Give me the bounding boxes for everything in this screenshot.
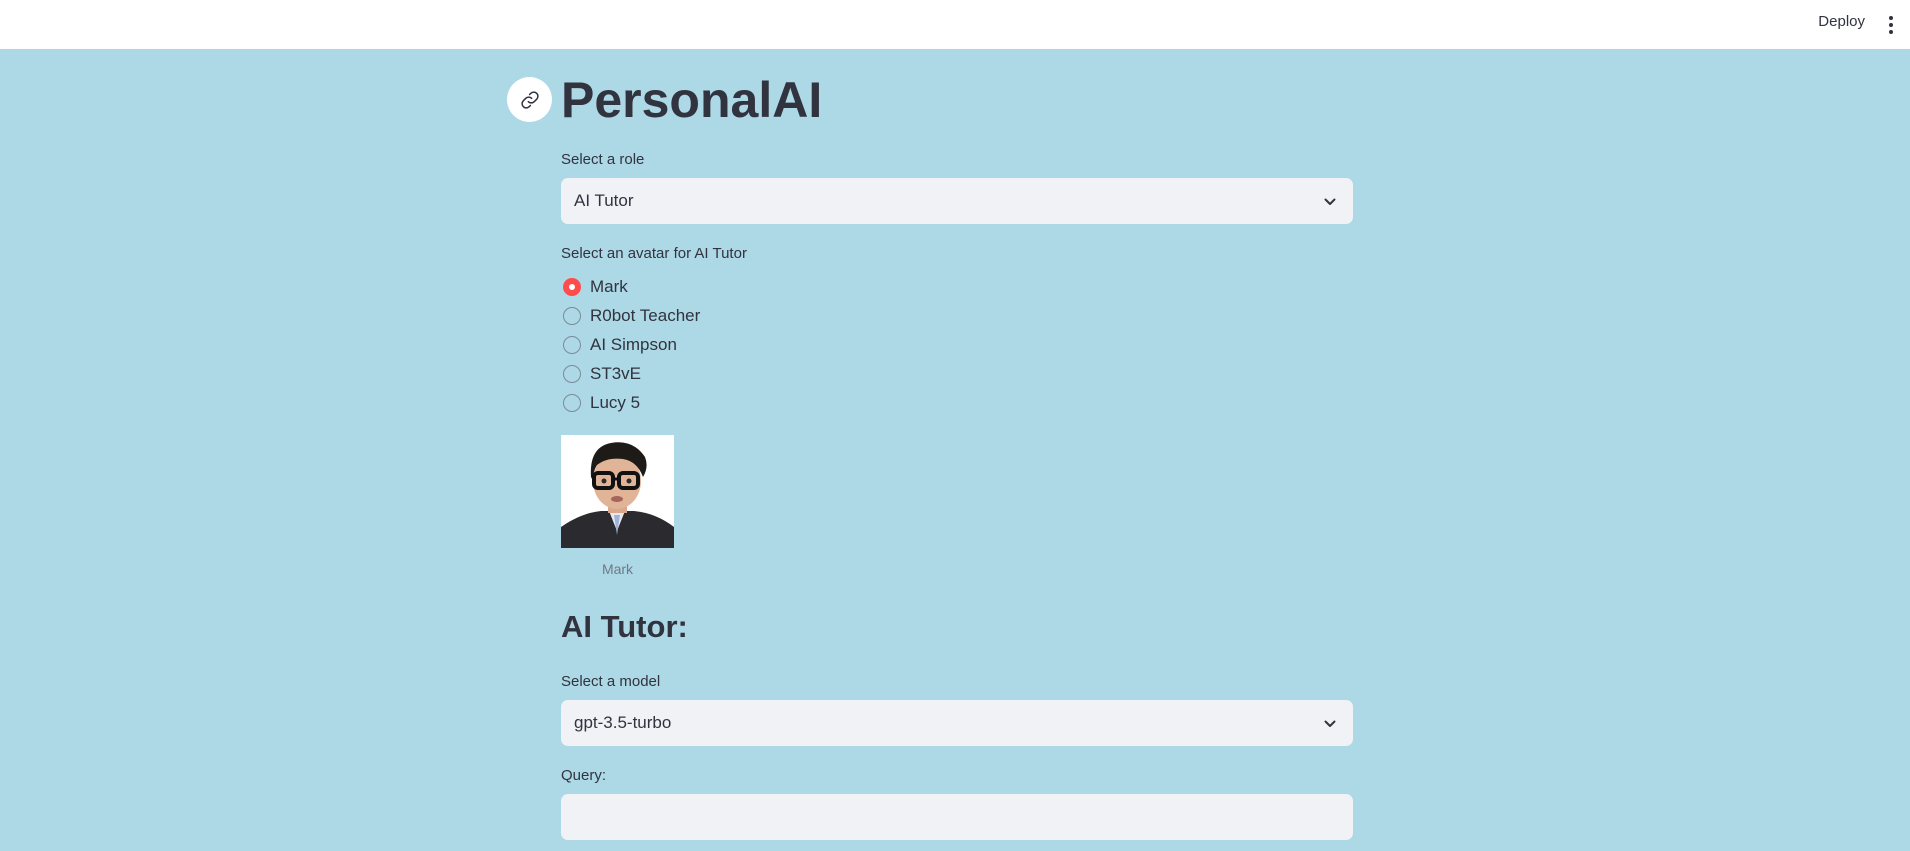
radio-button[interactable] <box>563 336 581 354</box>
model-select-value: gpt-3.5-turbo <box>574 713 672 732</box>
radio-option-r0bot-teacher[interactable]: R0bot Teacher <box>561 304 700 328</box>
radio-option-lucy-5[interactable]: Lucy 5 <box>561 391 640 415</box>
radio-option-label: Mark <box>590 277 628 296</box>
radio-option-label: AI Simpson <box>590 335 677 354</box>
role-select-value: AI Tutor <box>574 191 634 210</box>
chevron-down-icon <box>1323 716 1337 730</box>
radio-option-ai-simpson[interactable]: AI Simpson <box>561 333 677 357</box>
radio-option-label: ST3vE <box>590 364 642 383</box>
radio-button-checked[interactable] <box>563 278 581 296</box>
model-select[interactable]: gpt-3.5-turbo <box>561 700 1353 746</box>
avatar-radio-label: Select an avatar for AI Tutor <box>561 245 747 262</box>
page-title: PersonalAI <box>561 72 823 128</box>
radio-button[interactable] <box>563 307 581 325</box>
deploy-button[interactable]: Deploy <box>1818 13 1865 30</box>
radio-option-label: Lucy 5 <box>590 393 641 412</box>
radio-option-label: R0bot Teacher <box>590 306 701 325</box>
link-icon[interactable] <box>507 77 552 122</box>
query-label: Query: <box>561 767 607 784</box>
more-vertical-icon[interactable] <box>1882 15 1900 35</box>
radio-option-mark[interactable]: Mark <box>561 275 628 299</box>
section-heading: AI Tutor: <box>561 609 688 644</box>
query-input[interactable] <box>561 794 1353 840</box>
top-toolbar: Deploy <box>0 0 1910 49</box>
role-select-label: Select a role <box>561 151 645 168</box>
radio-button[interactable] <box>563 394 581 412</box>
role-select[interactable]: AI Tutor <box>561 178 1353 224</box>
model-select-label: Select a model <box>561 673 661 690</box>
avatar-image <box>561 435 674 548</box>
avatar-caption: Mark <box>601 561 634 577</box>
radio-button[interactable] <box>563 365 581 383</box>
radio-option-st3ve[interactable]: ST3vE <box>561 362 641 386</box>
chevron-down-icon <box>1323 194 1337 208</box>
